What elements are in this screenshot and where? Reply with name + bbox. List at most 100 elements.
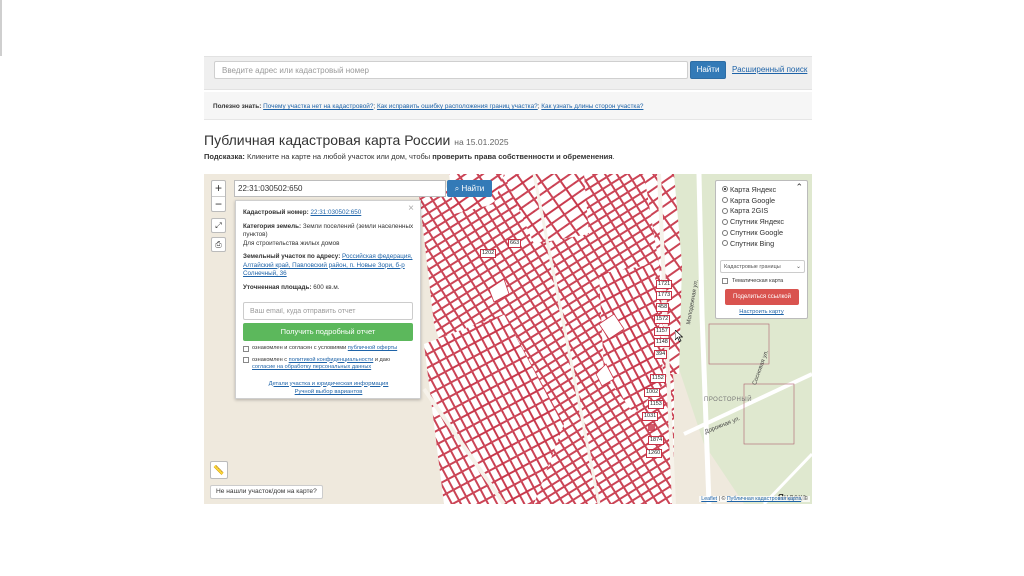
hint-end: . — [612, 152, 615, 161]
radio-icon — [722, 229, 728, 236]
map-attribution: Leaflet | © Публичная кадастровая карта,… — [699, 496, 810, 502]
print-button[interactable]: ⎙ — [211, 237, 226, 252]
plot-label: 1148 — [654, 338, 670, 347]
find-button[interactable]: Найти — [690, 61, 726, 79]
cadastral-number-row: Кадастровый номер: 22:31:030502:650 — [243, 209, 414, 218]
layer-option-label: Спутник Google — [730, 228, 784, 238]
share-link-button[interactable]: Поделиться ссылкой — [725, 289, 799, 305]
privacy-link[interactable]: политикой конфиденциальности — [289, 357, 374, 363]
plot-label: 663 — [508, 239, 522, 248]
thematic-map-checkbox[interactable] — [722, 278, 728, 284]
cadastral-number-label: Кадастровый номер: — [243, 209, 309, 216]
layer-option-yandex-satellite[interactable]: Спутник Яндекс — [722, 216, 807, 227]
layer-option-yandex-map[interactable]: Карта Яндекс — [722, 184, 807, 195]
address-row: Земельный участок по адресу: Российская … — [243, 253, 414, 279]
plot-label: 1031 — [642, 412, 659, 421]
print-icon: ⎙ — [215, 240, 222, 249]
configure-map-link[interactable]: Настроить карту — [716, 309, 807, 315]
area-row: Уточненная площадь: 600 кв.м. — [243, 284, 414, 293]
consent-offer-text: ознакомлен и согласен с условиями публич… — [252, 345, 398, 351]
map-search-input[interactable] — [234, 180, 446, 197]
hint-line: Подсказка: Кликните на карте на любой уч… — [204, 152, 615, 161]
zoom-out-button[interactable]: − — [212, 196, 225, 211]
tips-lead: Полезно знать: — [213, 103, 262, 110]
land-category-row: Категория земель: Земли поселений (земли… — [243, 223, 414, 249]
layer-option-google-satellite[interactable]: Спутник Google — [722, 227, 807, 238]
cadastral-number-link[interactable]: 22:31:030502:650 — [311, 209, 362, 216]
plot-label: 394 — [654, 350, 668, 359]
consent-offer-checkbox[interactable] — [243, 345, 249, 352]
manual-choice-link[interactable]: Ручной выбор вариантов — [295, 389, 363, 395]
plot-label: 1721 — [656, 280, 673, 289]
zoom-control: + − — [211, 180, 226, 212]
layer-option-label: Спутник Bing — [730, 238, 775, 248]
chevron-up-icon[interactable]: ⌃ — [795, 182, 803, 193]
get-report-button[interactable]: Получить подробный отчет — [243, 323, 413, 341]
personal-data-link[interactable]: согласие на обработку персональных данны… — [252, 364, 371, 370]
expand-icon: ⤢ — [215, 221, 222, 230]
land-usage-value: Для строительства жилых домов — [243, 239, 340, 247]
left-edge-stub — [0, 0, 2, 56]
consent-privacy-text: ознакомлен с политикой конфиденциальност… — [252, 356, 391, 371]
radio-icon — [722, 207, 728, 214]
plot-label: 1572 — [654, 315, 671, 324]
search-icon: ⌕ — [454, 184, 460, 193]
email-field[interactable] — [243, 302, 413, 320]
zoom-in-button[interactable]: + — [212, 181, 225, 196]
boundaries-select-value: Кадастровые границы — [724, 264, 781, 270]
hint-label: Подсказка: — [204, 152, 245, 161]
area-label: Уточненная площадь: — [243, 283, 312, 291]
street-label: ПРОСТОРНЫЙ — [704, 397, 753, 403]
consent-privacy-checkbox[interactable] — [243, 357, 249, 363]
thematic-map-label: Тематическая карта — [732, 278, 784, 284]
leaflet-link[interactable]: Leaflet — [701, 496, 717, 502]
plot-label: 1773 — [656, 291, 673, 300]
page-title: Публичная кадастровая карта России на 15… — [204, 132, 509, 148]
plot-label: 458 — [656, 303, 670, 312]
tip-link-fix-border[interactable]: Как исправить ошибку расположения границ… — [377, 103, 538, 110]
plot-label: 1002 — [644, 388, 661, 397]
thematic-map-row[interactable]: Тематическая карта — [722, 278, 783, 284]
parcel-info-popup: × Кадастровый номер: 22:31:030502:650 Ка… — [235, 200, 421, 399]
radio-icon — [722, 186, 728, 193]
tip-link-no-cadastre[interactable]: Почему участка нет на кадастровой? — [263, 103, 373, 110]
cadastral-map[interactable]: 663 1202 1721 1773 458 1572 1157 1148 39… — [204, 174, 812, 504]
hint-bold: проверить права собственности и обремене… — [432, 152, 613, 161]
mouse-cursor-icon — [675, 330, 683, 342]
layers-panel: ⌃ Карта Яндекс Карта Google Карта 2GIS С… — [715, 180, 808, 319]
popup-links: Детали участка и юридическая информация … — [243, 380, 414, 397]
plot-label: 1152 — [650, 374, 666, 383]
not-found-button[interactable]: Не нашли участок/дом на карте? — [210, 485, 323, 499]
layer-option-bing-satellite[interactable]: Спутник Bing — [722, 238, 807, 249]
offer-link[interactable]: публичной оферты — [348, 345, 397, 351]
page-title-date: на 15.01.2025 — [454, 137, 509, 147]
area-value: 600 кв.м. — [313, 283, 340, 291]
measure-button[interactable]: 📏 — [210, 461, 228, 479]
boundaries-select[interactable]: Кадастровые границы ⌄ — [720, 260, 805, 273]
layer-option-label: Спутник Яндекс — [730, 217, 785, 227]
cadastre-link[interactable]: Публичная кадастровая карта — [727, 496, 801, 502]
plot-label: 1157 — [654, 327, 670, 336]
tip-link-side-lengths[interactable]: Как узнать длины сторон участка? — [541, 103, 643, 110]
search-bar: Найти Расширенный поиск — [204, 56, 812, 90]
details-link[interactable]: Детали участка и юридическая информация — [269, 381, 389, 387]
layer-option-label: Карта Google — [730, 195, 776, 205]
advanced-search-link[interactable]: Расширенный поиск — [732, 65, 807, 74]
close-icon[interactable]: × — [408, 203, 414, 214]
consent-offer-row: ознакомлен и согласен с условиями публич… — [243, 345, 414, 353]
plot-label: 1202 — [480, 249, 497, 258]
address-search-input[interactable] — [214, 61, 688, 79]
radio-icon — [722, 240, 728, 247]
layer-option-label: Карта Яндекс — [730, 184, 777, 194]
address-label: Земельный участок по адресу: — [243, 253, 341, 260]
page-title-text: Публичная кадастровая карта России — [204, 132, 451, 148]
hint-text: Кликните на карте на любой участок или д… — [246, 152, 431, 161]
layer-option-2gis-map[interactable]: Карта 2GIS — [722, 206, 807, 217]
radio-icon — [722, 218, 728, 225]
plot-label: 1260 — [646, 449, 663, 458]
map-search-button[interactable]: ⌕ Найти — [447, 180, 492, 197]
plot-label: 1153 — [648, 400, 664, 409]
fullscreen-button[interactable]: ⤢ — [211, 218, 226, 233]
consent-privacy-row: ознакомлен с политикой конфиденциальност… — [243, 357, 414, 372]
layer-option-google-map[interactable]: Карта Google — [722, 195, 807, 206]
